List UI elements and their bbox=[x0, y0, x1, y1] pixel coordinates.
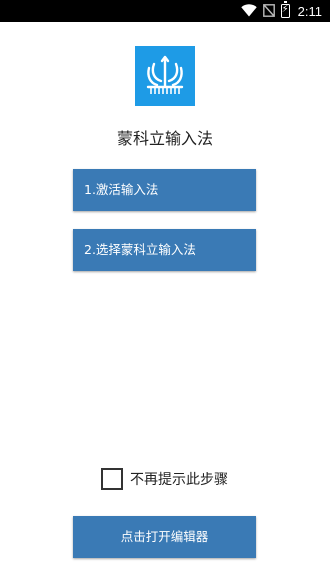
dont-show-again-option[interactable]: 不再提示此步骤 bbox=[101, 466, 228, 492]
status-time: 2:11 bbox=[297, 3, 322, 19]
select-ime-button[interactable]: 2.选择蒙科立输入法 bbox=[73, 229, 256, 271]
app-title: 蒙科立输入法 bbox=[116, 129, 213, 148]
status-bar: ⚡ 2:11 bbox=[0, 0, 330, 22]
activate-ime-button[interactable]: 1.激活输入法 bbox=[73, 169, 256, 211]
dont-show-again-checkbox[interactable] bbox=[101, 468, 123, 490]
no-signal-icon bbox=[262, 2, 275, 21]
status-icons: ⚡ 2:11 bbox=[240, 0, 322, 22]
charging-bolt-icon: ⚡ bbox=[281, 4, 289, 15]
app-logo-icon bbox=[135, 46, 195, 106]
battery-charging-icon: ⚡ bbox=[280, 1, 290, 18]
wifi-icon bbox=[240, 2, 257, 21]
open-editor-button[interactable]: 点击打开编辑器 bbox=[73, 516, 256, 558]
dont-show-again-label: 不再提示此步骤 bbox=[130, 472, 228, 488]
